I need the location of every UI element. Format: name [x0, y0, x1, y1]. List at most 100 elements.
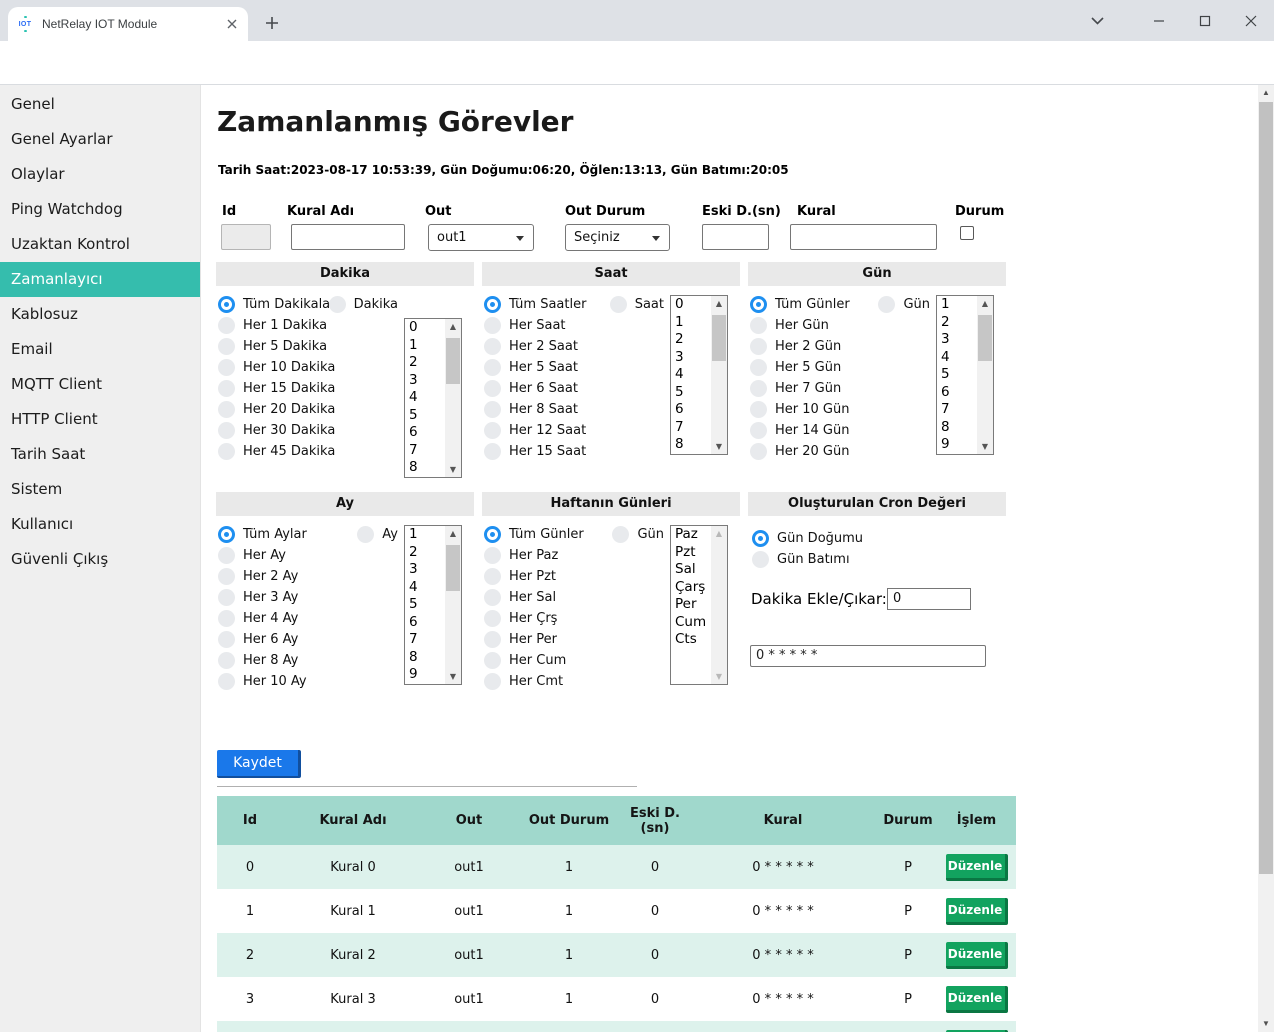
sidebar-item-kullan-c[interactable]: Kullanıcı	[0, 507, 200, 542]
listbox-option[interactable]: 5	[405, 596, 445, 614]
radio-her-3-ay[interactable]	[218, 589, 235, 606]
radio-her-pzt[interactable]	[484, 568, 501, 585]
radio-her-6-saat[interactable]	[484, 380, 501, 397]
sidebar-item-uzaktan-kontrol[interactable]: Uzaktan Kontrol	[0, 227, 200, 262]
radio-her-15-dakika[interactable]	[218, 380, 235, 397]
listbox-option[interactable]: 9	[405, 477, 445, 479]
listbox-option[interactable]: 9	[937, 436, 977, 454]
sidebar-item-genel[interactable]: Genel	[0, 87, 200, 122]
listbox-option[interactable]: Cts	[671, 631, 711, 649]
radio-dakika-custom[interactable]	[329, 296, 346, 313]
listbox-option[interactable]: 6	[937, 384, 977, 402]
listbox-option[interactable]: 8	[405, 649, 445, 667]
listbox-option[interactable]: 6	[671, 401, 711, 419]
radio-her-10-g-n[interactable]	[750, 401, 767, 418]
listbox-option[interactable]: 6	[405, 424, 445, 442]
listbox-option[interactable]: 2	[405, 544, 445, 562]
old-delay-field[interactable]	[702, 224, 769, 250]
radio-her-8-saat[interactable]	[484, 401, 501, 418]
sidebar-item-olaylar[interactable]: Olaylar	[0, 157, 200, 192]
scroll-down-icon[interactable]: ▼	[1258, 1016, 1274, 1032]
sidebar-item-email[interactable]: Email	[0, 332, 200, 367]
rule-field[interactable]	[790, 224, 937, 250]
radio-her-2-ay[interactable]	[218, 568, 235, 585]
saat-listbox[interactable]: 0123456789▲▼	[670, 295, 728, 455]
listbox-scrollbar[interactable]: ▲▼	[711, 526, 727, 684]
scrollbar-thumb[interactable]	[978, 315, 992, 361]
radio-her-7-g-n[interactable]	[750, 380, 767, 397]
listbox-option[interactable]: 4	[937, 349, 977, 367]
radio-her-4-ay[interactable]	[218, 610, 235, 627]
radio-t-m-g-nler[interactable]	[750, 296, 767, 313]
listbox-option[interactable]: 2	[405, 354, 445, 372]
listbox-option[interactable]: 5	[405, 407, 445, 425]
listbox-option[interactable]: 9	[671, 454, 711, 456]
radio-her-15-saat[interactable]	[484, 443, 501, 460]
radio-saat-custom[interactable]	[610, 296, 627, 313]
scroll-up-icon[interactable]: ▲	[445, 526, 461, 541]
radio-her-5-saat[interactable]	[484, 359, 501, 376]
listbox-option[interactable]: 8	[671, 436, 711, 454]
radio-her-10-ay[interactable]	[218, 673, 235, 690]
listbox-option[interactable]: Pzt	[671, 544, 711, 562]
scroll-down-icon[interactable]: ▼	[977, 439, 993, 454]
radio-her-ay[interactable]	[218, 547, 235, 564]
listbox-option[interactable]: 1	[671, 314, 711, 332]
radio-hafta-custom[interactable]	[612, 526, 629, 543]
sidebar-item-sistem[interactable]: Sistem	[0, 472, 200, 507]
cron-value-field[interactable]: 0 * * * * *	[750, 645, 986, 667]
listbox-option[interactable]: 10	[405, 684, 445, 686]
listbox-option[interactable]: 7	[405, 442, 445, 460]
maximize-button[interactable]	[1182, 0, 1228, 41]
sidebar-item-mqtt-client[interactable]: MQTT Client	[0, 367, 200, 402]
radio-her-1-dakika[interactable]	[218, 317, 235, 334]
sidebar-item-http-client[interactable]: HTTP Client	[0, 402, 200, 437]
scroll-up-icon[interactable]: ▲	[977, 296, 993, 311]
radio-her-12-saat[interactable]	[484, 422, 501, 439]
sidebar-item-kablosuz[interactable]: Kablosuz	[0, 297, 200, 332]
out-select[interactable]: out1	[428, 224, 534, 251]
listbox-option[interactable]: 1	[937, 296, 977, 314]
edit-button[interactable]: Düzenle	[946, 986, 1008, 1013]
page-scrollbar[interactable]: ▲ ▼	[1258, 85, 1274, 1032]
listbox-option[interactable]: Per	[671, 596, 711, 614]
listbox-option[interactable]: 4	[671, 366, 711, 384]
listbox-option[interactable]: 9	[405, 666, 445, 684]
sunrise-radio[interactable]	[752, 530, 769, 547]
radio-her-30-dakika[interactable]	[218, 422, 235, 439]
radio-her-6-ay[interactable]	[218, 631, 235, 648]
scrollbar-thumb[interactable]	[712, 315, 726, 361]
radio-her-20-g-n[interactable]	[750, 443, 767, 460]
radio-t-m-aylar[interactable]	[218, 526, 235, 543]
rule-name-field[interactable]	[291, 224, 405, 250]
browser-tab[interactable]: IOT NetRelay IOT Module	[8, 7, 248, 41]
tab-close-icon[interactable]	[224, 16, 240, 32]
scroll-up-icon[interactable]: ▲	[1258, 85, 1274, 101]
ay-listbox[interactable]: 12345678910▲▼	[404, 525, 462, 685]
listbox-option[interactable]: 1	[405, 337, 445, 355]
listbox-option[interactable]: 3	[671, 349, 711, 367]
radio-her-cmt[interactable]	[484, 673, 501, 690]
listbox-option[interactable]: Sal	[671, 561, 711, 579]
radio-gun-custom[interactable]	[878, 296, 895, 313]
listbox-scrollbar[interactable]: ▲▼	[977, 296, 993, 454]
listbox-option[interactable]: 6	[405, 614, 445, 632]
radio-ay-custom[interactable]	[357, 526, 374, 543]
radio-her-cum[interactable]	[484, 652, 501, 669]
scroll-down-icon[interactable]: ▼	[711, 439, 727, 454]
listbox-option[interactable]: 4	[405, 389, 445, 407]
edit-button[interactable]: Düzenle	[946, 942, 1008, 969]
sidebar-item-ping-watchdog[interactable]: Ping Watchdog	[0, 192, 200, 227]
listbox-option[interactable]: 5	[937, 366, 977, 384]
out-state-select[interactable]: Seçiniz	[565, 224, 670, 251]
listbox-scrollbar[interactable]: ▲▼	[445, 526, 461, 684]
tab-search-button[interactable]	[1076, 0, 1118, 41]
listbox-option[interactable]: 5	[671, 384, 711, 402]
radio-t-m-g-nler[interactable]	[484, 526, 501, 543]
listbox-option[interactable]: 8	[937, 419, 977, 437]
sunset-radio[interactable]	[752, 551, 769, 568]
scroll-down-icon[interactable]: ▼	[445, 669, 461, 684]
scroll-down-icon[interactable]: ▼	[445, 462, 461, 477]
save-button[interactable]: Kaydet	[217, 750, 301, 778]
listbox-option[interactable]: Paz	[671, 526, 711, 544]
